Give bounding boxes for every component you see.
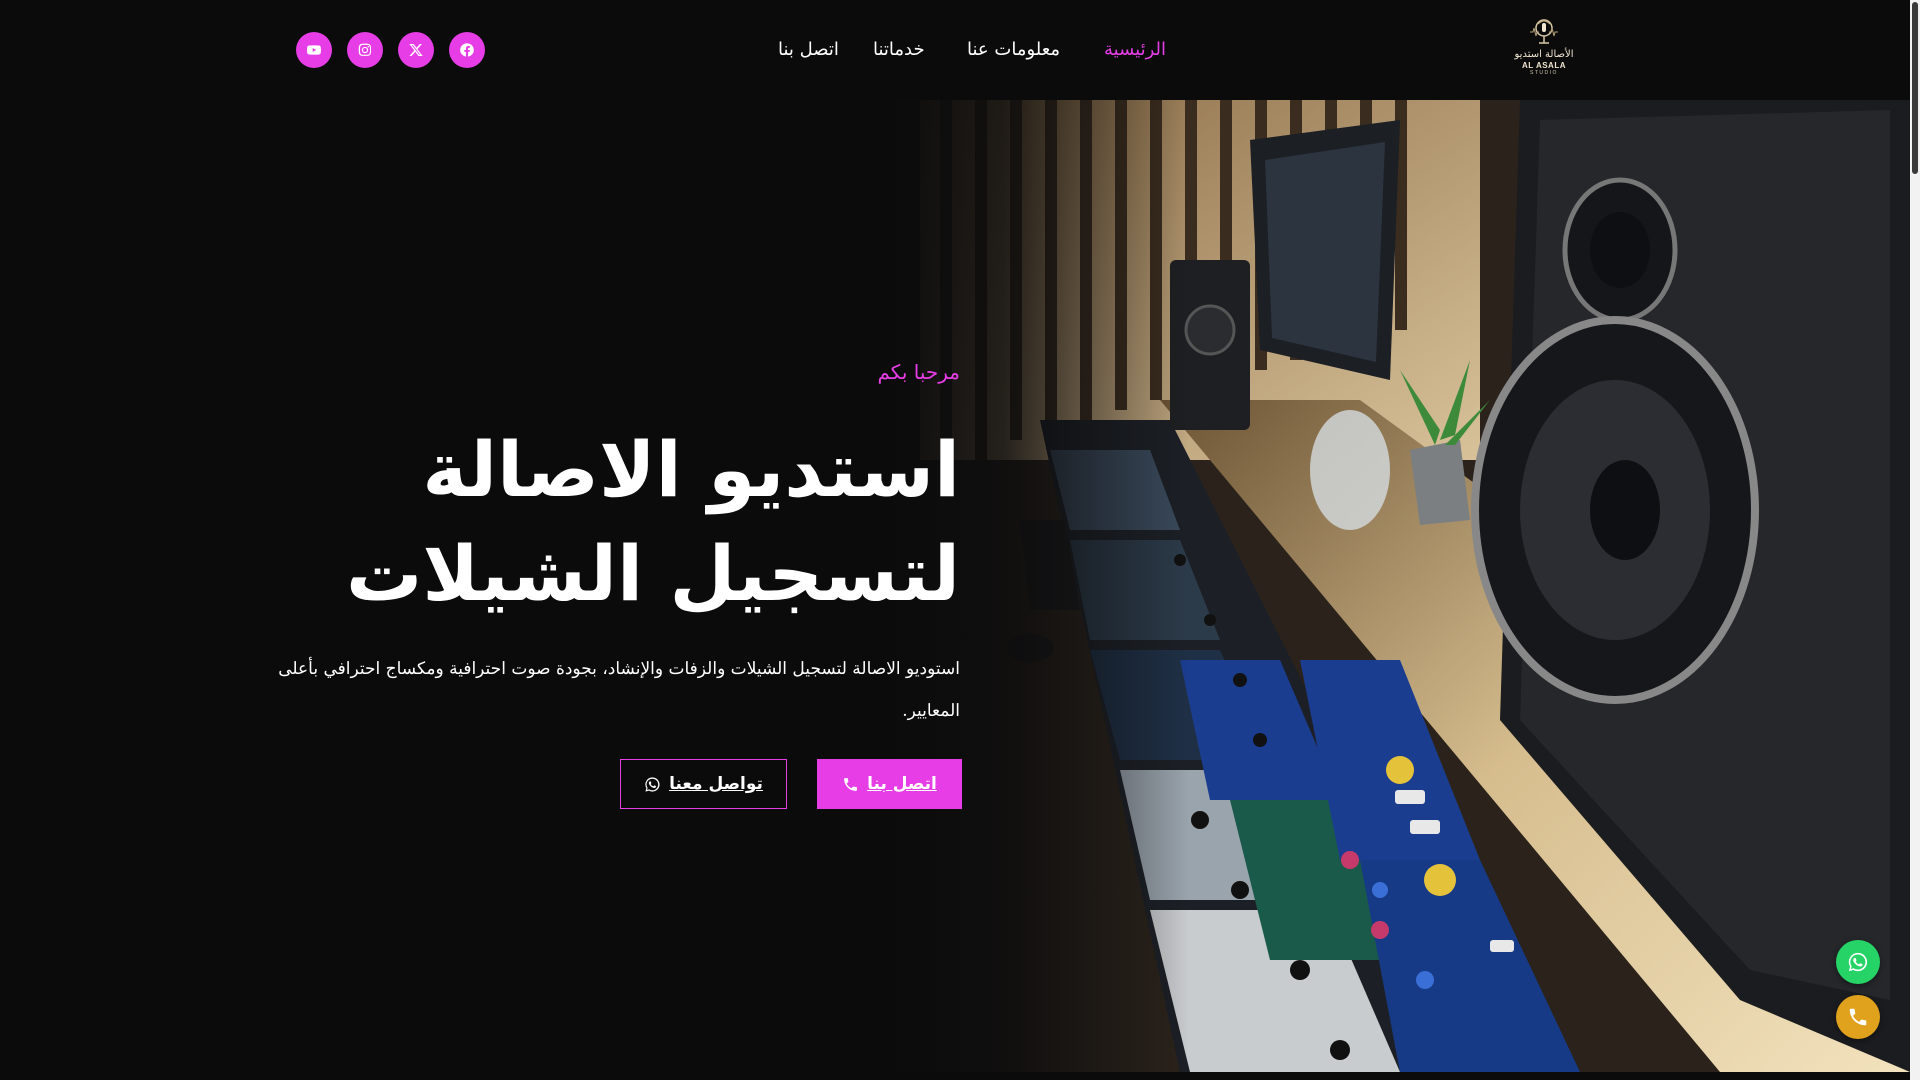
nav-about[interactable]: معلومات عنا: [967, 37, 1060, 63]
floating-whatsapp-button[interactable]: [1836, 940, 1880, 984]
whatsapp-contact-button[interactable]: تواصل معنا: [620, 759, 787, 809]
whatsapp-icon: [645, 776, 660, 792]
nav-services[interactable]: خدماتنا: [873, 37, 925, 63]
hero-description: استوديو الاصالة لتسجيل الشيلات والزفات و…: [278, 659, 960, 721]
call-button[interactable]: اتصل بنا: [817, 759, 962, 809]
whatsapp-icon: [1848, 952, 1868, 972]
main-nav: الرئيسية معلومات عنا خدماتنا اتصل بنا: [0, 37, 1910, 63]
phone-icon: [844, 777, 857, 791]
hero-section: مرحبا بكم استديو الاصالة لتسجيل الشيلات …: [0, 100, 1910, 1072]
call-button-label: اتصل بنا: [867, 774, 937, 794]
hero-greeting: مرحبا بكم: [877, 360, 960, 384]
hero-title-line-1: استديو الاصالة: [422, 425, 960, 514]
floating-phone-button[interactable]: [1836, 995, 1880, 1039]
phone-icon: [1849, 1008, 1867, 1026]
nav-home[interactable]: الرئيسية: [1104, 37, 1166, 63]
hero-title-line-2: لتسجيل الشيلات: [345, 529, 960, 618]
studio-photo: [880, 100, 1910, 1072]
hero-title: استديو الاصالة لتسجيل الشيلات: [160, 418, 960, 626]
youtube-icon[interactable]: [296, 32, 332, 68]
facebook-icon[interactable]: [449, 32, 485, 68]
site-header: الأصالة استديو AL ASALA STUDIO الرئيسية …: [0, 0, 1910, 100]
logo-subtitle: STUDIO: [1530, 70, 1558, 76]
scrollbar-thumb[interactable]: [1912, 2, 1918, 174]
instagram-icon[interactable]: [347, 32, 383, 68]
whatsapp-button-label: تواصل معنا: [669, 774, 763, 794]
x-icon[interactable]: [398, 32, 434, 68]
nav-contact[interactable]: اتصل بنا: [778, 37, 839, 63]
